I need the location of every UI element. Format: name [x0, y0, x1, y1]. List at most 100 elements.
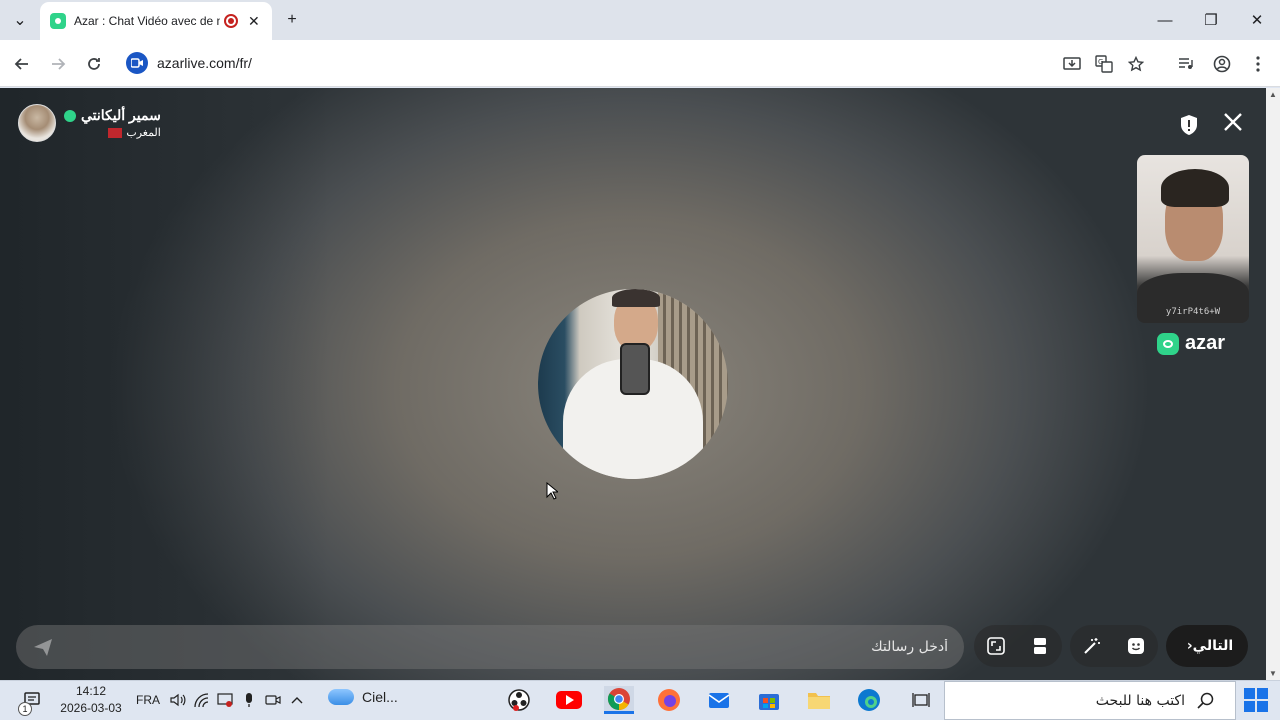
bookmark-star-button[interactable]	[1124, 52, 1148, 76]
kebab-menu-icon	[1256, 56, 1260, 72]
taskbar-app-store[interactable]	[754, 686, 784, 714]
chrome-icon	[608, 687, 630, 710]
edge-icon	[858, 689, 880, 711]
self-hair	[1161, 169, 1229, 207]
tab-search-button[interactable]: ⌄	[8, 8, 32, 32]
peer-country: المغرب	[126, 127, 161, 139]
send-icon[interactable]	[32, 636, 54, 658]
weather-widget[interactable]: Ciel...	[328, 689, 398, 705]
azar-logo-icon	[1157, 332, 1179, 355]
peer-avatar[interactable]	[18, 104, 56, 142]
arrow-left-icon	[14, 58, 28, 70]
task-view-icon	[912, 693, 930, 707]
window-close-button[interactable]: ✕	[1242, 8, 1272, 32]
new-tab-button[interactable]: +	[280, 8, 304, 32]
folder-icon	[808, 693, 830, 709]
fullscreen-icon	[987, 637, 1005, 655]
camera-icon	[265, 695, 281, 705]
search-input[interactable]	[945, 692, 1185, 709]
effects-button[interactable]	[1080, 634, 1104, 658]
recording-indicator-icon	[224, 14, 238, 28]
tray-overflow-button[interactable]	[283, 688, 311, 712]
weather-label: Ciel...	[362, 689, 398, 705]
screen-record-icon	[217, 693, 233, 707]
playlist-icon	[1179, 58, 1193, 69]
morocco-flag-icon	[108, 127, 123, 138]
scroll-up-icon[interactable]: ▲	[1269, 90, 1277, 99]
arrow-right-icon	[52, 58, 66, 70]
media-control-button[interactable]	[1174, 52, 1198, 76]
restore-button[interactable]: ❐	[1196, 8, 1226, 32]
notification-count: 1	[18, 702, 32, 716]
mail-icon	[708, 693, 730, 708]
svg-text:G: G	[1098, 58, 1103, 66]
minimize-button[interactable]: —	[1150, 8, 1180, 32]
taskbar-app-mail[interactable]	[704, 686, 734, 714]
reload-button[interactable]	[82, 52, 106, 76]
install-icon	[1063, 57, 1081, 70]
close-chat-button[interactable]	[1220, 110, 1246, 136]
taskbar-app-obs[interactable]	[504, 686, 534, 714]
translate-icon: G	[1095, 55, 1113, 73]
translate-button[interactable]: G	[1092, 52, 1116, 76]
azar-favicon-icon	[50, 13, 66, 29]
wifi-icon	[194, 693, 209, 707]
chevron-down-icon: ⌄	[13, 12, 27, 29]
taskbar-app-youtube[interactable]	[554, 686, 584, 714]
url-text: azarlive.com/fr/	[157, 55, 252, 71]
obs-icon	[508, 689, 530, 711]
chevron-left-icon: ‹	[1186, 638, 1193, 654]
taskbar-app-firefox[interactable]	[654, 686, 684, 714]
system-clock[interactable]: 14:12 2026-03-03	[56, 683, 126, 717]
video-camera-icon	[126, 52, 148, 74]
effect-controls	[1070, 625, 1158, 667]
windows-search-box[interactable]	[944, 681, 1236, 720]
peer-name: سمير أليكانتي	[81, 107, 161, 123]
self-camera-preview[interactable]: y7irP4t6+W	[1137, 155, 1249, 323]
azar-logo: azar	[1157, 332, 1225, 355]
profile-button[interactable]	[1210, 52, 1234, 76]
report-shield-icon[interactable]	[1179, 114, 1199, 136]
reload-icon	[88, 58, 100, 70]
taskbar-app-explorer[interactable]	[804, 686, 834, 714]
clock-time: 14:12	[75, 684, 107, 698]
peer-profile-photo	[538, 289, 728, 479]
sticker-button[interactable]	[1124, 634, 1148, 658]
back-button[interactable]	[10, 52, 34, 76]
next-button[interactable]: التالي ‹	[1166, 625, 1248, 667]
photo-phone	[620, 343, 650, 395]
fullscreen-button[interactable]	[984, 634, 1008, 658]
peer-name-row: سمير أليكانتي	[64, 107, 161, 124]
layout-toggle-button[interactable]	[1028, 634, 1052, 658]
cloud-icon	[328, 689, 354, 705]
start-button[interactable]	[1244, 688, 1268, 712]
microphone-icon	[246, 693, 252, 707]
tab-close-button[interactable]: ✕	[248, 13, 260, 30]
windows-logo-icon	[1244, 688, 1255, 699]
speaker-icon	[170, 693, 186, 707]
scroll-down-icon[interactable]: ▼	[1269, 669, 1277, 678]
browser-toolbar: azarlive.com/fr/ G	[0, 40, 1280, 87]
message-bar[interactable]	[16, 625, 964, 669]
taskbar-app-edge[interactable]	[854, 686, 884, 714]
view-controls	[974, 625, 1062, 667]
next-label: التالي	[1192, 638, 1234, 654]
tab-azar[interactable]: Azar : Chat Vidéo avec de n ✕	[40, 2, 272, 40]
close-icon	[1224, 113, 1242, 131]
peer-profile[interactable]: سمير أليكانتي المغرب	[18, 104, 161, 142]
message-input[interactable]	[54, 639, 948, 655]
install-app-button[interactable]	[1060, 52, 1084, 76]
input-language[interactable]: FRA	[136, 693, 160, 707]
address-bar[interactable]: azarlive.com/fr/	[118, 46, 1158, 80]
tab-strip: ⌄ Azar : Chat Vidéo avec de n ✕ + — ❐ ✕	[0, 0, 1280, 40]
page-scrollbar[interactable]: ▲ ▼	[1266, 88, 1280, 680]
photo-hair	[612, 289, 660, 307]
peer-country-row: المغرب	[64, 126, 161, 139]
clock-date: 2026-03-03	[60, 701, 122, 715]
browser-menu-button[interactable]	[1246, 52, 1270, 76]
task-view-button[interactable]	[906, 686, 936, 714]
taskbar-app-chrome[interactable]	[604, 686, 634, 714]
search-icon	[1197, 692, 1214, 709]
forward-button[interactable]	[46, 52, 70, 76]
tab-title: Azar : Chat Vidéo avec de n	[74, 14, 220, 28]
